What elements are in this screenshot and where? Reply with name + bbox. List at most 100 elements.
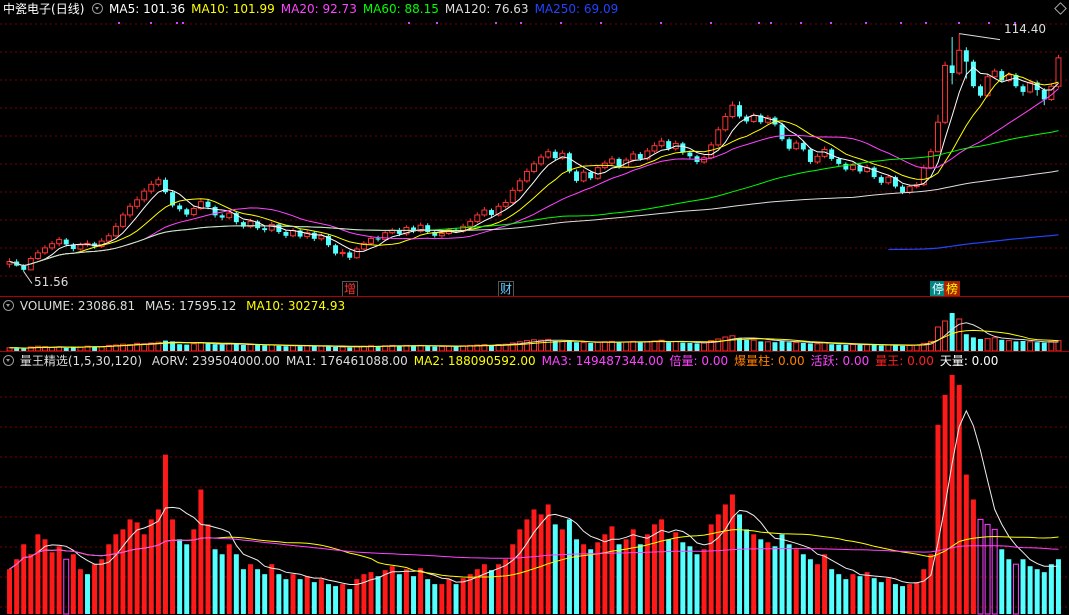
indicator-bar	[1041, 572, 1047, 614]
indicator-bar	[786, 544, 792, 614]
indicator-bar	[389, 566, 395, 614]
volume-bar	[949, 313, 955, 351]
indicator-bar	[325, 584, 331, 614]
settings-gear-icon[interactable]	[3, 300, 14, 311]
indicator-bar	[800, 554, 806, 614]
indicator-bar	[581, 544, 587, 614]
indicator-bar	[659, 519, 665, 614]
candle-down	[425, 225, 431, 232]
signal-dot	[958, 22, 960, 24]
volume-bar	[651, 340, 658, 352]
indicator-bar	[524, 519, 530, 614]
volume-bar	[999, 339, 1005, 351]
indicator-bar	[559, 529, 565, 614]
candle-up	[509, 189, 516, 203]
candle-down	[184, 209, 190, 215]
event-tag[interactable]: 榜	[944, 281, 961, 297]
volume-bar	[644, 341, 651, 352]
indicator-bar	[588, 549, 594, 614]
indicator-bar	[297, 579, 303, 614]
volume-bar	[680, 342, 686, 351]
candle-up	[474, 214, 481, 222]
volume-bar	[991, 337, 998, 352]
indicator-bar	[623, 539, 629, 614]
indicator-bar	[963, 474, 969, 614]
candle-down	[566, 153, 572, 172]
indicator-bar	[49, 552, 55, 614]
candle-down	[205, 201, 211, 208]
indicator-bar	[807, 559, 813, 614]
volume-bar	[729, 335, 736, 352]
volume-bar	[722, 336, 729, 352]
indicator-bar	[77, 569, 83, 614]
indicator-bar	[850, 574, 856, 614]
volume-bar	[212, 344, 218, 351]
ma-legend-item: MA5: 101.36	[109, 2, 186, 16]
volume-bar	[984, 338, 991, 352]
indicator-bar	[14, 559, 20, 614]
indicator-legend-item: 量王: 0.00	[875, 354, 934, 368]
candle-up	[77, 244, 84, 250]
candle-down	[737, 105, 743, 117]
indicator-bar	[715, 514, 721, 614]
candle-down	[900, 186, 906, 193]
indicator-legend-item: MA3: 149487344.00	[541, 354, 664, 368]
indicator-bar	[977, 518, 984, 615]
candle-down	[63, 239, 69, 245]
volume-bar	[1013, 341, 1019, 351]
indicator-legend-item: 天量: 0.00	[939, 354, 999, 368]
candle-down	[949, 65, 955, 73]
indicator-bar	[836, 574, 842, 614]
candle-up	[502, 201, 509, 207]
indicator-bar	[233, 554, 239, 614]
high-marker	[959, 33, 1001, 41]
indicator-bar	[503, 559, 509, 614]
candle-up	[516, 180, 523, 191]
volume-bar	[637, 342, 643, 351]
price-pane[interactable]: 中瓷电子(日线) MA5: 101.36 MA10: 101.99 MA20: 92…	[0, 0, 1069, 297]
volume-bar	[1027, 341, 1034, 352]
settings-gear-icon[interactable]	[3, 355, 14, 366]
indicator-pane[interactable]: 量王精选(1,5,30,120) AORV: 239504000.00 MA1: …	[0, 352, 1069, 615]
indicator-bar	[517, 529, 523, 614]
indicator-chart[interactable]	[0, 352, 1069, 615]
candle-down	[311, 232, 317, 239]
candle-up	[608, 158, 615, 164]
volume-bar	[630, 340, 637, 352]
indicator-bar	[460, 578, 466, 614]
indicator-bar	[630, 529, 636, 614]
indicator-legend-item: 倍量: 0.00	[669, 354, 729, 368]
volume-bar	[580, 342, 587, 352]
volume-bar	[233, 344, 239, 351]
volume-bar	[687, 343, 693, 351]
volume-bar	[1034, 342, 1040, 351]
volume-bar	[970, 337, 976, 351]
candle-up	[722, 116, 729, 131]
candle-up	[105, 235, 112, 242]
indicator-bar	[212, 549, 218, 614]
candle-up	[155, 179, 162, 185]
indicator-bar	[666, 539, 672, 614]
indicator-bar	[439, 584, 445, 614]
settings-gear-icon[interactable]	[92, 3, 104, 14]
candle-up	[651, 145, 658, 152]
event-tag[interactable]: 财	[498, 281, 515, 297]
candlestick-chart[interactable]	[0, 0, 1069, 297]
volume-pane[interactable]: VOLUME: 23086.81 MA5: 17595.12 MA10: 302…	[0, 297, 1069, 352]
volume-bar	[1005, 340, 1012, 352]
volume-bar	[601, 341, 608, 352]
indicator-bar	[276, 574, 282, 614]
candle-up	[467, 220, 474, 227]
volume-bar	[821, 342, 828, 352]
event-tag[interactable]: 增	[342, 281, 359, 297]
volume-bar	[779, 340, 785, 351]
signal-dot	[436, 22, 438, 24]
indicator-bar	[949, 374, 955, 614]
indicator-bar	[368, 572, 374, 614]
signal-dot	[865, 22, 867, 24]
indicator-bar	[28, 554, 34, 614]
volume-bar	[559, 340, 566, 352]
indicator-bar	[935, 424, 941, 614]
signal-dot	[800, 22, 802, 24]
indicator-bar	[701, 549, 707, 614]
